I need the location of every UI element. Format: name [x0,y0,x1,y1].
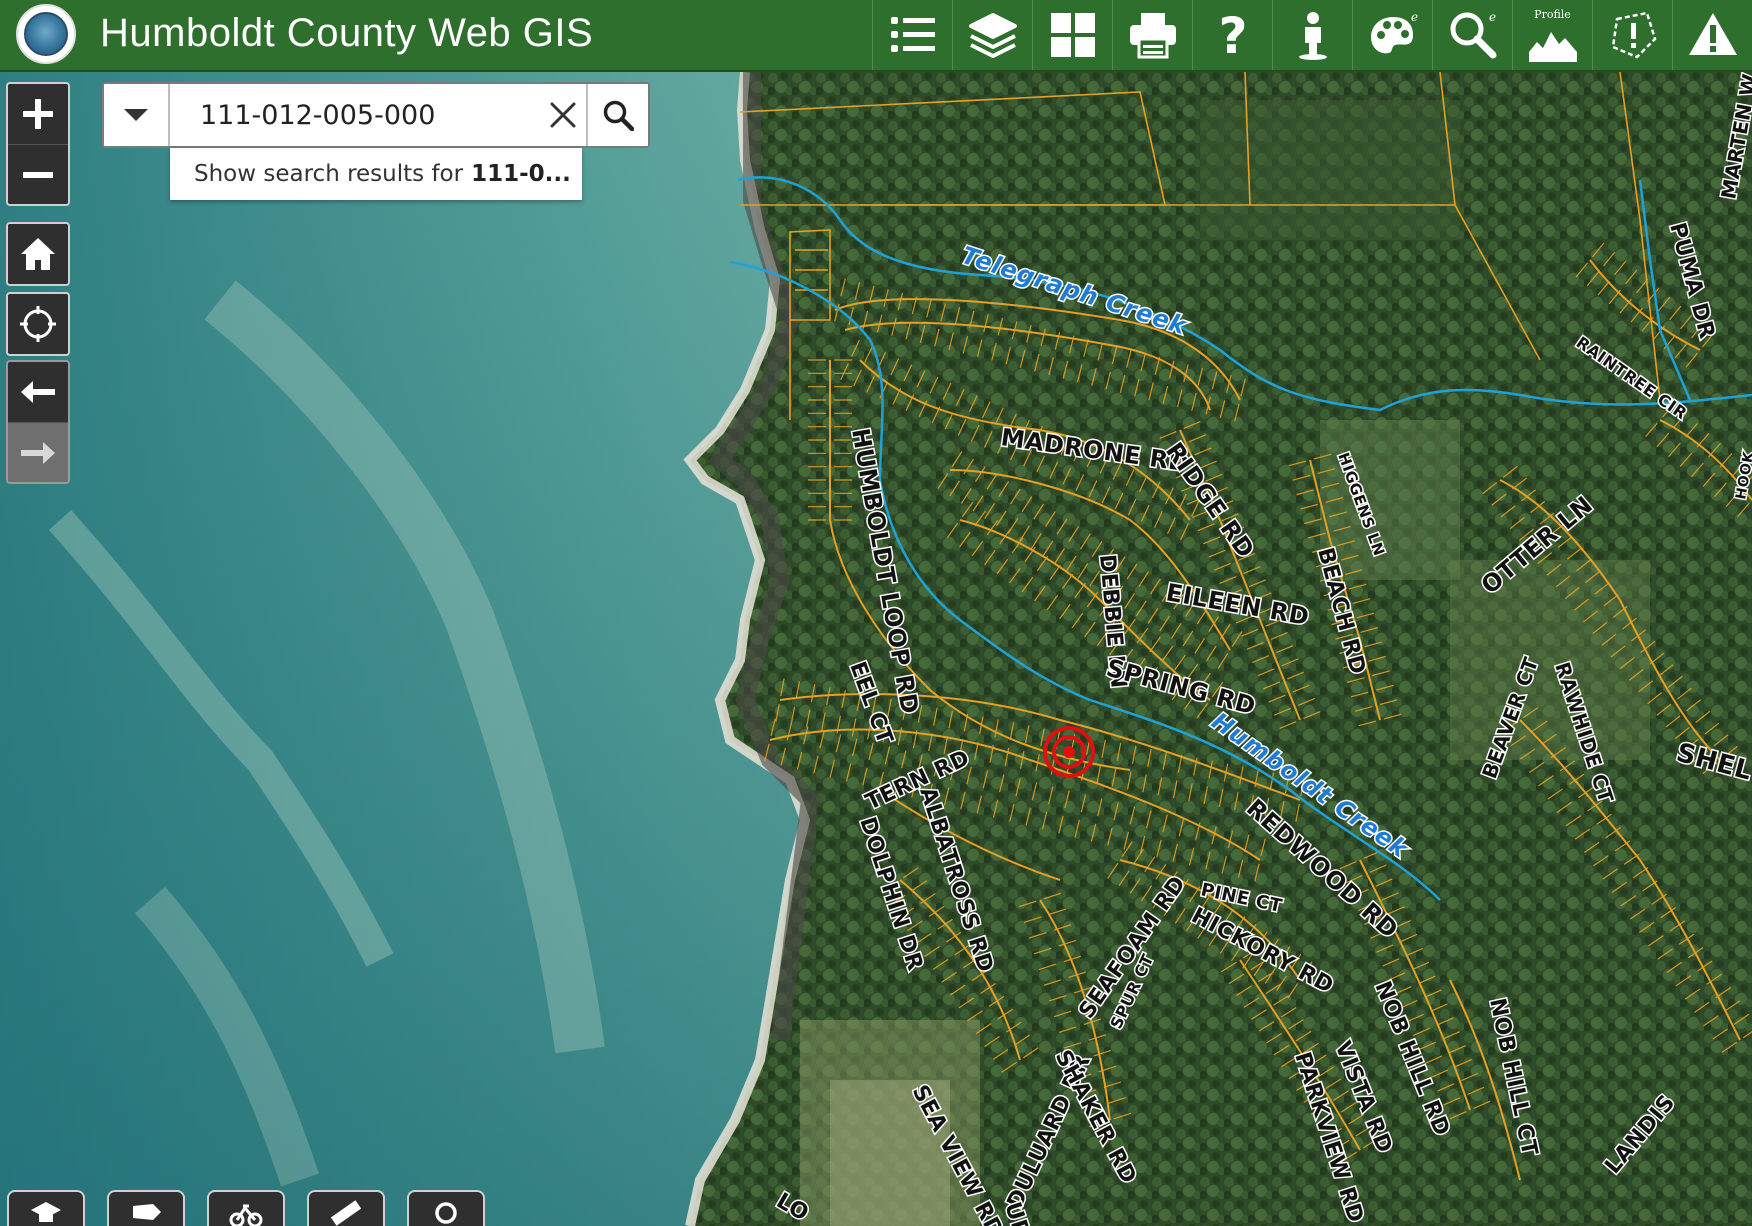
locate-button[interactable] [8,294,68,354]
report-button[interactable] [1592,0,1672,70]
profile-label: Profile [1534,8,1571,21]
print-icon [1129,13,1176,59]
plus-icon [23,99,53,129]
help-button[interactable]: ? [1192,0,1272,70]
elevation-profile-button[interactable]: Profile [1512,0,1592,70]
next-extent-button[interactable] [8,422,68,482]
legend-icon [890,17,935,52]
locate-control [6,292,70,356]
search-widget [102,82,650,148]
bottom-tab-bike[interactable] [207,1190,285,1226]
bottom-tab-tag[interactable] [107,1190,185,1226]
suggestion-prefix: Show search results for [194,161,464,187]
draw-icon: e [1370,10,1418,54]
magnifier-icon [435,1202,457,1224]
legend-button[interactable] [872,0,952,70]
identify-icon [1298,12,1327,60]
elevation-profile-icon [1528,32,1577,62]
zoom-controls [6,82,70,206]
search-icon [603,100,634,131]
report-icon [1611,11,1656,59]
basemap-gallery-icon [1050,13,1095,57]
search-clear-button[interactable] [540,84,586,146]
search-source-dropdown[interactable] [104,84,170,146]
crosshair-icon [20,306,56,342]
search-input[interactable] [170,84,540,146]
header-toolbar: ? e e Profile [872,0,1752,70]
bottom-tab-graduation-cap[interactable] [7,1190,85,1226]
home-control [6,222,70,286]
graduation-cap-icon [31,1202,61,1222]
tag-icon [133,1204,161,1220]
chevron-down-icon [124,109,148,121]
close-icon [550,102,576,128]
svg-text:e: e [1489,10,1496,24]
identify-button[interactable] [1272,0,1352,70]
search-suggestion[interactable]: Show search results for 111-0... [170,148,582,200]
app-title: Humboldt County Web GIS [100,11,594,55]
home-button[interactable] [8,224,68,284]
zoom-in-button[interactable] [8,84,68,144]
layers-icon [968,13,1017,58]
app-header: Humboldt County Web GIS ? e e Profile [0,0,1752,72]
arrow-right-icon [21,441,55,464]
home-icon [21,238,55,270]
bottom-tab-search[interactable] [407,1190,485,1226]
enhanced-search-button[interactable]: e [1432,0,1512,70]
arrow-left-icon [21,381,55,403]
bottom-tab-measure[interactable] [307,1190,385,1226]
search-submit-button[interactable] [586,84,648,146]
previous-extent-button[interactable] [8,362,68,422]
bike-icon [229,1204,263,1226]
svg-text:e: e [1411,10,1418,24]
ruler-icon [330,1200,362,1226]
alert-icon [1688,13,1737,55]
suggestion-term: 111-0... [471,161,571,187]
target-marker [1043,726,1095,778]
alert-button[interactable] [1672,0,1752,70]
layers-button[interactable] [952,0,1032,70]
svg-text:?: ? [1218,9,1247,61]
basemap-gallery-button[interactable] [1032,0,1112,70]
print-button[interactable] [1112,0,1192,70]
minus-icon [23,171,53,178]
extent-nav-controls [6,360,70,484]
draw-button[interactable]: e [1352,0,1432,70]
zoom-out-button[interactable] [8,144,68,204]
county-seal-logo [16,4,76,64]
help-icon: ? [1218,9,1247,61]
enhanced-search-icon: e [1450,10,1496,59]
